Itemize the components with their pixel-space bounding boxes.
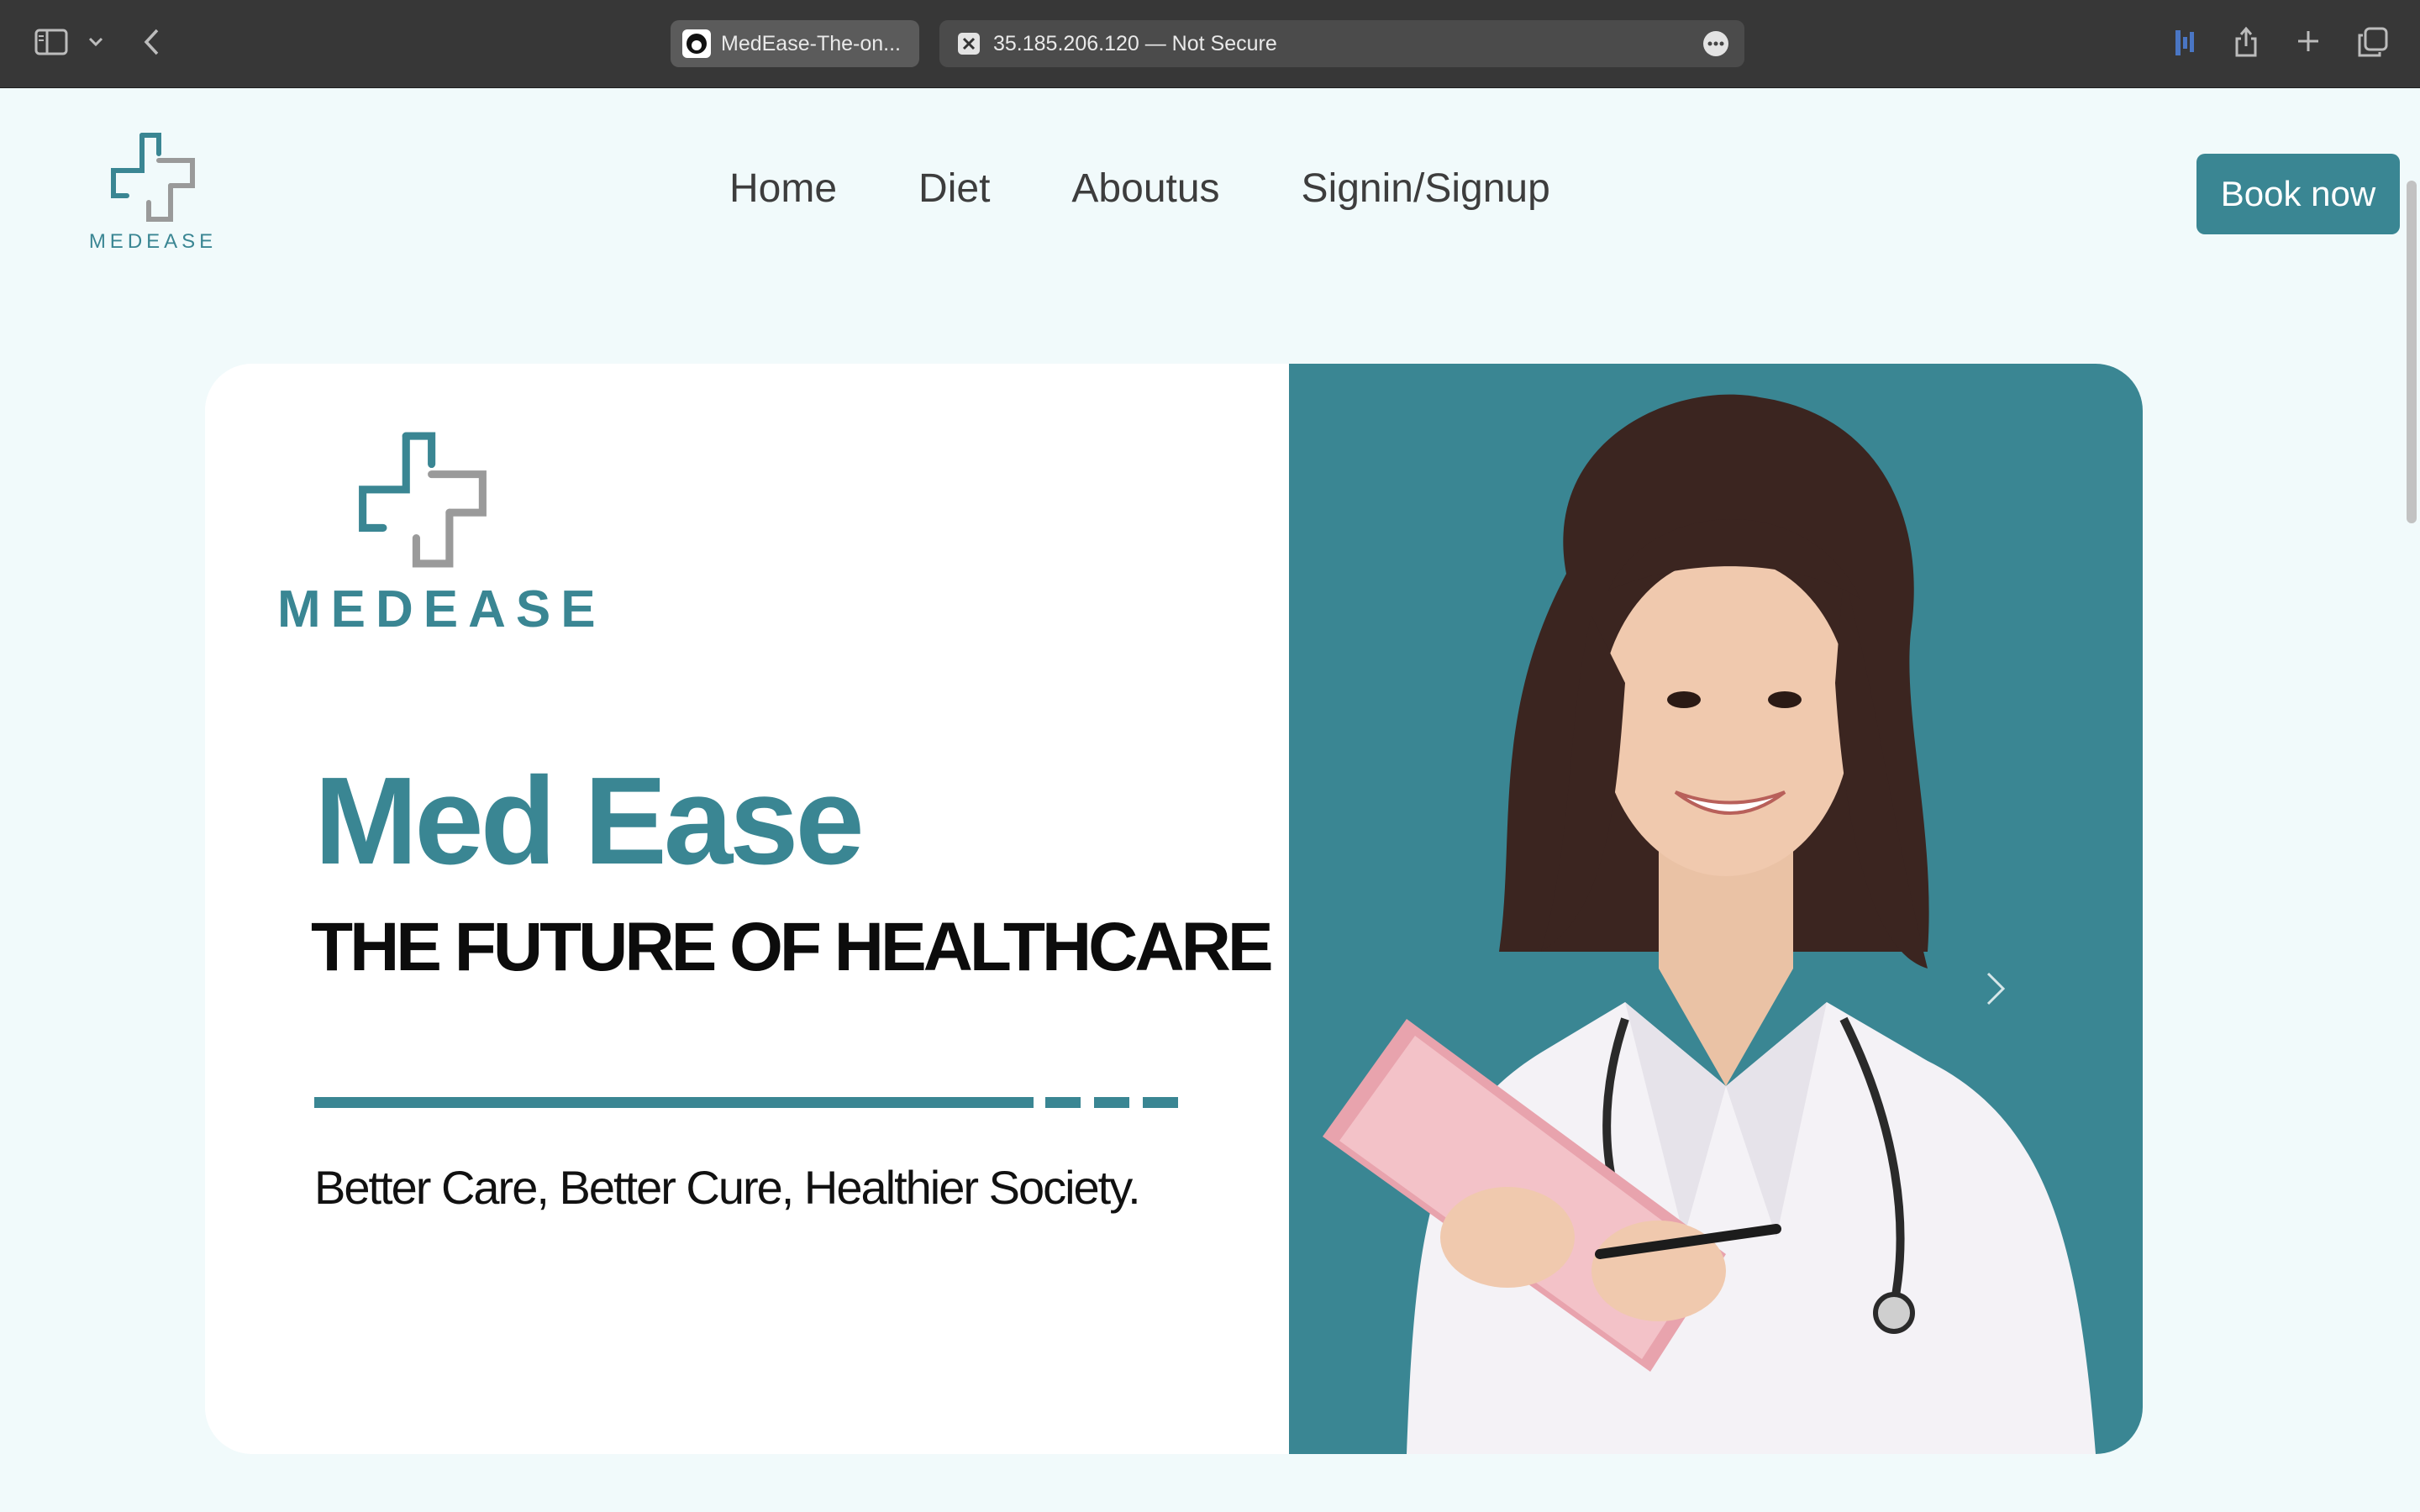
plus-icon[interactable] [2294, 27, 2323, 55]
hero-text-panel: MEDEASE Med Ease THE FUTURE OF HEALTHCAR… [205, 364, 1289, 1454]
hero-tagline: Better Care, Better Cure, Healthier Soci… [314, 1161, 1141, 1214]
tab-github[interactable]: MedEase-The-on... [671, 20, 919, 67]
more-icon[interactable] [1702, 30, 1729, 63]
extension-icon[interactable] [2171, 27, 2198, 59]
scrollbar[interactable] [2407, 181, 2417, 523]
tab-title: MedEase-The-on... [721, 31, 901, 55]
tab-title: 35.185.206.120 — Not Secure [993, 31, 1277, 55]
browser-toolbar: MedEase-The-on... 35.185.206.120 — Not S… [0, 0, 2420, 88]
page: MEDEASE Home Diet Aboutus Signin/Signup … [0, 88, 2420, 1512]
tab-current[interactable]: 35.185.206.120 — Not Secure [939, 20, 1744, 67]
hero-logo-wordmark: MEDEASE [277, 580, 606, 638]
github-icon [682, 29, 711, 58]
tabs-icon[interactable] [2356, 25, 2390, 59]
nav-home[interactable]: Home [729, 165, 837, 212]
divider-line [314, 1097, 1034, 1108]
book-now-button[interactable]: Book now [2196, 154, 2400, 234]
divider-dash [1045, 1097, 1081, 1108]
share-icon[interactable] [2232, 24, 2260, 60]
medical-cross-icon [111, 133, 195, 222]
hero-title: Med Ease [314, 752, 865, 890]
hero-banner: MEDEASE Med Ease THE FUTURE OF HEALTHCAR… [205, 364, 2143, 1454]
header-logo[interactable]: MEDEASE [87, 132, 218, 254]
divider-dash [1094, 1097, 1129, 1108]
nav-diet[interactable]: Diet [918, 165, 990, 212]
logo-wordmark: MEDEASE [88, 230, 218, 253]
hero-subtitle: THE FUTURE OF HEALTHCARE [311, 909, 1274, 985]
close-icon[interactable] [955, 29, 983, 58]
nav-signin-signup[interactable]: Signin/Signup [1302, 165, 1550, 212]
hero-logo: MEDEASE [277, 431, 606, 639]
doctor-photo [1289, 364, 2143, 1454]
main-nav: Home Diet Aboutus Signin/Signup [729, 165, 1550, 212]
chevron-down-icon[interactable] [86, 32, 106, 52]
nav-aboutus[interactable]: Aboutus [1071, 165, 1219, 212]
sidebar-icon[interactable] [32, 25, 71, 59]
doctor-illustration [1323, 394, 2096, 1454]
back-icon[interactable] [139, 25, 165, 59]
medical-cross-icon [359, 432, 487, 568]
divider-dash [1143, 1097, 1178, 1108]
carousel-next-icon[interactable] [1983, 970, 2008, 1011]
